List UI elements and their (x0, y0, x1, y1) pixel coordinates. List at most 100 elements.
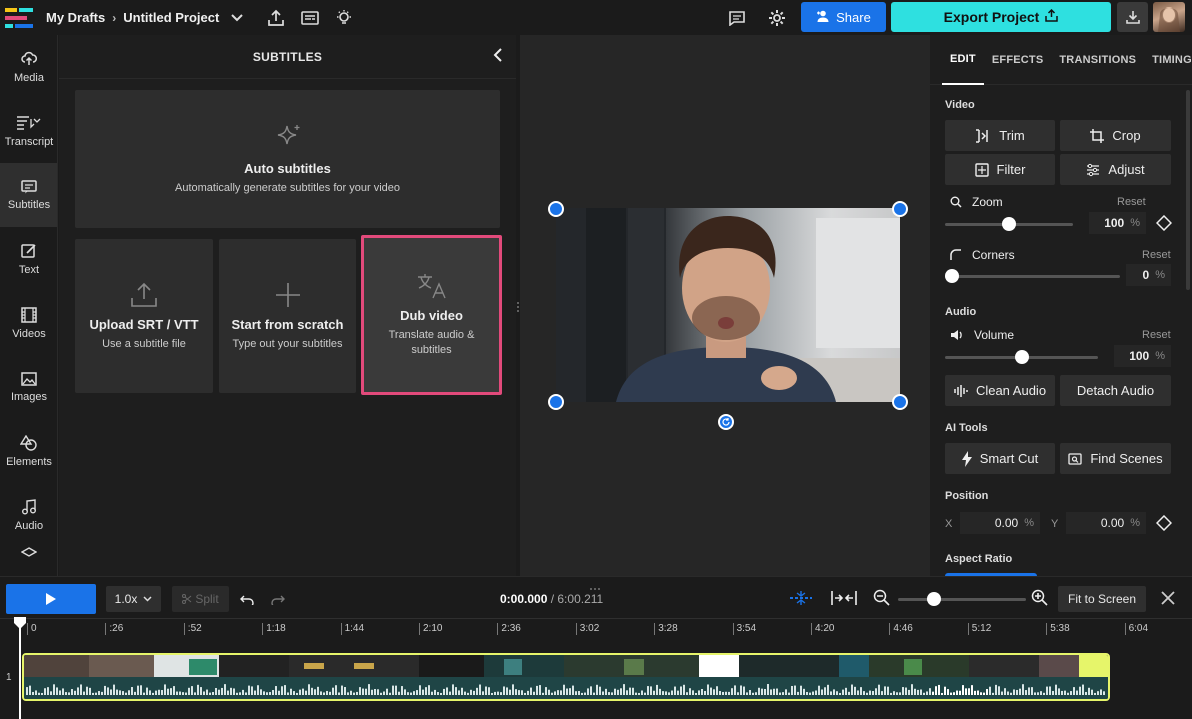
sidebar-item-audio[interactable]: Audio (0, 483, 57, 547)
trim-button[interactable]: Trim (945, 120, 1055, 151)
corners-reset[interactable]: Reset (1142, 249, 1171, 261)
timeline-zoom-slider[interactable] (898, 592, 1026, 606)
smart-cut-button[interactable]: Smart Cut (945, 443, 1055, 474)
zoom-in-icon[interactable] (1031, 589, 1049, 612)
find-scenes-button[interactable]: Find Scenes (1060, 443, 1171, 474)
play-button[interactable] (6, 584, 96, 614)
playhead[interactable] (19, 618, 21, 719)
waveform-bar (992, 692, 994, 695)
tab-timing[interactable]: TIMING (1144, 35, 1192, 85)
zoom-reset[interactable]: Reset (1117, 196, 1146, 208)
waveform-bar (431, 691, 433, 695)
undo-icon[interactable] (240, 592, 254, 610)
video-clip[interactable] (22, 653, 1110, 701)
card-subtitle: Translate audio & subtitles (388, 329, 475, 356)
resize-handle-top-left[interactable] (548, 201, 564, 217)
corners-value-field[interactable]: 0 % (1126, 264, 1171, 286)
volume-reset[interactable]: Reset (1142, 329, 1171, 341)
filter-button[interactable]: Filter (945, 154, 1055, 185)
user-avatar[interactable] (1153, 2, 1185, 32)
sidebar-item-videos[interactable]: Videos (0, 291, 57, 355)
corners-slider[interactable] (945, 269, 1120, 283)
snap-icon[interactable] (788, 590, 814, 611)
volume-slider[interactable] (945, 350, 1098, 364)
waveform-bar (62, 688, 64, 695)
sidebar-item-images[interactable]: Images (0, 355, 57, 419)
lightbulb-icon[interactable] (327, 0, 361, 35)
tab-effects[interactable]: EFFECTS (984, 35, 1052, 85)
zoom-slider[interactable] (945, 217, 1073, 231)
waveform-bar (632, 687, 634, 695)
playback-speed-select[interactable]: 1.0x (106, 586, 161, 612)
x-position-field[interactable]: 0.00 % (960, 512, 1040, 534)
close-icon[interactable] (1160, 590, 1176, 611)
auto-subtitles-card[interactable]: Auto subtitles Automatically generate su… (75, 90, 500, 228)
sidebar-item-text[interactable]: Text (0, 227, 57, 291)
sidebar-item-more[interactable] (0, 547, 57, 567)
detach-audio-button[interactable]: Detach Audio (1060, 375, 1171, 406)
share-button[interactable]: Share (801, 2, 886, 32)
waveform-bar (500, 692, 502, 695)
project-name[interactable]: Untitled Project (123, 10, 219, 25)
waveform-bar (872, 691, 874, 695)
corners-slider-knob[interactable] (945, 269, 959, 283)
timeline-ruler[interactable]: 0:26:52 1:18 1:44 2:10 2:36 3:02 3:28 3:54 4:20 4… (0, 618, 1192, 642)
fit-width-icon[interactable] (830, 590, 858, 611)
comments-icon[interactable] (720, 0, 754, 35)
sidebar-item-media[interactable]: Media (0, 35, 57, 99)
rotate-handle[interactable] (718, 414, 734, 430)
waveform-bar (998, 686, 1000, 695)
download-button[interactable] (1117, 2, 1148, 32)
waveform-bar (833, 689, 835, 695)
tab-edit[interactable]: EDIT (942, 35, 984, 85)
chevron-down-icon[interactable] (231, 10, 244, 25)
redo-icon[interactable] (271, 592, 285, 610)
sidebar-item-transcript[interactable]: Transcript (0, 99, 57, 163)
zoom-value-field[interactable]: 100 % (1089, 212, 1146, 234)
export-project-button[interactable]: Export Project (891, 2, 1111, 32)
app-logo[interactable] (0, 0, 38, 35)
resize-handle-top-right[interactable] (892, 201, 908, 217)
waveform-bar (1064, 690, 1066, 695)
properties-tabs: EDIT EFFECTS TRANSITIONS TIMING (930, 35, 1192, 85)
upload-srt-card[interactable]: Upload SRT / VTT Use a subtitle file (75, 239, 213, 393)
zoom-slider-knob[interactable] (1002, 217, 1016, 231)
sidebar-item-subtitles[interactable]: Subtitles (0, 163, 57, 227)
tab-transitions[interactable]: TRANSITIONS (1051, 35, 1144, 85)
start-from-scratch-card[interactable]: Start from scratch Type out your subtitl… (219, 239, 356, 393)
y-position-field[interactable]: 0.00 % (1066, 512, 1146, 534)
zoom-keyframe-icon[interactable] (1155, 214, 1173, 236)
sidebar-item-elements[interactable]: Elements (0, 419, 57, 483)
waveform-bar (1067, 692, 1069, 695)
waveform-bar (704, 690, 706, 695)
timeline-zoom-knob[interactable] (926, 592, 941, 606)
breadcrumb: My Drafts › Untitled Project (46, 10, 244, 25)
waveform-bar (266, 692, 268, 695)
volume-slider-knob[interactable] (1014, 350, 1029, 364)
resize-handle-bottom-right[interactable] (892, 394, 908, 410)
waveform-bar (425, 687, 427, 695)
waveform-bar (911, 684, 913, 695)
properties-scrollbar[interactable] (1186, 90, 1190, 290)
fit-to-screen-button[interactable]: Fit to Screen (1058, 586, 1146, 612)
gear-icon[interactable] (760, 0, 794, 35)
waveform-bar (653, 690, 655, 695)
dub-video-card[interactable]: Dub video Translate audio & subtitles (361, 235, 502, 395)
card-title: Dub video (400, 308, 463, 323)
clean-audio-button[interactable]: Clean Audio (945, 375, 1055, 406)
playhead-marker[interactable] (13, 616, 27, 630)
adjust-button[interactable]: Adjust (1060, 154, 1171, 185)
position-keyframe-icon[interactable] (1155, 514, 1173, 536)
waveform-bar (149, 690, 151, 695)
video-preview[interactable] (556, 208, 900, 402)
split-button[interactable]: Split (172, 586, 229, 612)
breadcrumb-root[interactable]: My Drafts (46, 10, 105, 25)
captions-icon[interactable] (293, 0, 327, 35)
zoom-out-icon[interactable] (873, 589, 891, 612)
volume-value-field[interactable]: 100 % (1114, 345, 1171, 367)
waveform-bar (386, 688, 388, 695)
crop-button[interactable]: Crop (1060, 120, 1171, 151)
resize-handle-bottom-left[interactable] (548, 394, 564, 410)
collapse-panel-button[interactable] (488, 45, 508, 65)
upload-icon[interactable] (259, 0, 293, 35)
